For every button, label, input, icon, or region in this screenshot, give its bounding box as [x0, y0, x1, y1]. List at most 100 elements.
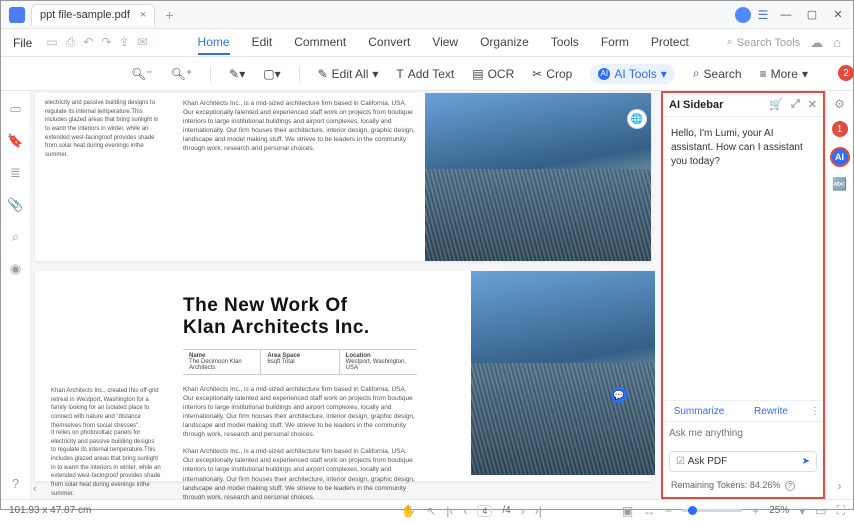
- zoom-in-button[interactable]: 🔍︎⁺: [171, 67, 193, 81]
- ai-input[interactable]: [663, 422, 823, 445]
- settings-sliders-icon[interactable]: ⚙: [834, 97, 845, 111]
- tab-form[interactable]: Form: [601, 31, 629, 55]
- page-image: [425, 93, 651, 261]
- scroll-right-icon[interactable]: ›: [838, 479, 842, 493]
- shape-tool[interactable]: ▢▾: [263, 67, 280, 81]
- tab-comment[interactable]: Comment: [294, 31, 346, 55]
- tab-edit[interactable]: Edit: [252, 31, 273, 55]
- toolbar: 🔍︎⁻ 🔍︎⁺ ✎▾ ▢▾ ✎ Edit All▾ T Add Text ▤ O…: [1, 57, 853, 91]
- tab-home[interactable]: Home: [198, 31, 230, 55]
- fullscreen-icon[interactable]: ⛶: [837, 503, 845, 518]
- app-icon: [9, 7, 25, 23]
- fit-width-icon[interactable]: ↔: [643, 504, 655, 518]
- app-menu-icon[interactable]: ☰: [755, 7, 771, 23]
- layers-icon[interactable]: ≣: [10, 165, 21, 181]
- zoom-out-button[interactable]: 🔍︎⁻: [131, 67, 153, 81]
- ai-tools-button[interactable]: AIAI Tools▾: [590, 64, 675, 84]
- translate-rail-icon[interactable]: 🔤: [832, 177, 847, 191]
- attachments-icon[interactable]: 📎: [7, 197, 23, 213]
- read-mode-icon[interactable]: ▭: [815, 504, 826, 518]
- hand-tool-icon[interactable]: ✋: [401, 504, 416, 518]
- add-text-tool[interactable]: T Add Text: [396, 67, 454, 81]
- zoom-out-icon[interactable]: −: [665, 504, 672, 518]
- mail-icon[interactable]: ✉: [137, 35, 147, 50]
- close-sidebar-icon[interactable]: ✕: [808, 98, 817, 111]
- tab-tools[interactable]: Tools: [551, 31, 579, 55]
- search-icon: ⌕: [727, 36, 733, 49]
- summarize-button[interactable]: Summarize: [663, 406, 735, 417]
- first-page-icon[interactable]: |‹: [446, 504, 453, 518]
- stamps-icon[interactable]: ◉: [10, 261, 21, 277]
- page-text: Khan Architects Inc., is a mid-sized arc…: [175, 445, 425, 499]
- prev-page-icon[interactable]: ‹: [463, 504, 467, 518]
- zoom-slider[interactable]: [682, 509, 742, 512]
- menu-tabs: Home Edit Comment Convert View Organize …: [198, 31, 689, 55]
- titlebar: ppt file-sample.pdf × + ☰ — ▢ ✕: [1, 1, 853, 29]
- close-tab-icon[interactable]: ×: [140, 9, 146, 21]
- cart-icon[interactable]: 🛒: [769, 98, 783, 111]
- tab-organize[interactable]: Organize: [480, 31, 529, 55]
- crop-tool[interactable]: ✂ Crop: [532, 67, 572, 81]
- more-actions-icon[interactable]: ⋮: [807, 406, 823, 417]
- page-3: electricity and passive building designs…: [35, 93, 651, 261]
- search-panel-icon[interactable]: ⌕: [12, 229, 19, 245]
- save-icon[interactable]: ▭: [46, 35, 57, 50]
- print-icon[interactable]: ⎙: [66, 35, 76, 50]
- ai-rail-button[interactable]: AI: [830, 147, 850, 167]
- callout-1: 1: [832, 121, 848, 137]
- page-text: It relies on photovoltaic panels for ele…: [41, 423, 171, 499]
- expand-icon[interactable]: ⤢: [791, 98, 800, 111]
- bookmarks-icon[interactable]: 🔖: [7, 133, 23, 149]
- document-tab[interactable]: ppt file-sample.pdf ×: [31, 4, 155, 26]
- page-text: Khan Architects Inc., is a mid-sized arc…: [175, 93, 425, 261]
- page-text: Khan Architects Inc., is a mid-sized arc…: [175, 383, 425, 446]
- ask-pdf-box[interactable]: ☑ Ask PDF ➤: [669, 451, 817, 472]
- zoom-in-icon[interactable]: +: [752, 504, 759, 518]
- home-icon[interactable]: ⌂: [833, 35, 841, 50]
- zoom-dropdown-icon[interactable]: ▾: [799, 504, 805, 518]
- tokens-help-icon[interactable]: ?: [785, 481, 795, 491]
- edit-all-tool[interactable]: ✎ Edit All▾: [318, 67, 379, 81]
- ai-floating-button[interactable]: 💬: [611, 387, 627, 403]
- redo-icon[interactable]: ↷: [101, 35, 111, 50]
- file-menu[interactable]: File: [5, 36, 40, 50]
- tab-view[interactable]: View: [432, 31, 458, 55]
- tab-title: ppt file-sample.pdf: [40, 9, 130, 21]
- tab-protect[interactable]: Protect: [651, 31, 689, 55]
- share-icon[interactable]: ⇪: [119, 35, 129, 50]
- document-viewport[interactable]: electricity and passive building designs…: [31, 91, 661, 499]
- send-icon[interactable]: ➤: [802, 456, 810, 467]
- select-tool-icon[interactable]: ↖: [426, 504, 436, 518]
- ocr-tool[interactable]: ▤ OCR: [472, 67, 514, 81]
- tab-convert[interactable]: Convert: [368, 31, 410, 55]
- thumbnails-icon[interactable]: ▭: [9, 101, 21, 117]
- scroll-left-icon[interactable]: ‹: [33, 483, 37, 495]
- page-total: /4: [502, 505, 510, 516]
- undo-icon[interactable]: ↶: [83, 35, 93, 50]
- page-number-input[interactable]: 4: [477, 505, 492, 517]
- maximize-button[interactable]: ▢: [801, 5, 823, 25]
- rewrite-button[interactable]: Rewrite: [735, 406, 807, 417]
- right-rail: ⚙ 1 AI 🔤 ›: [825, 91, 853, 499]
- translate-badge[interactable]: 🌐: [627, 109, 647, 129]
- main-area: ▭ 🔖 ≣ 📎 ⌕ ◉ ? electricity and passive bu…: [1, 91, 853, 499]
- page-text: electricity and passive building designs…: [35, 93, 175, 261]
- search-button[interactable]: ⌕ Search: [693, 66, 742, 81]
- ai-sidebar: AI Sidebar 🛒 ⤢ ✕ Hello, I'm Lumi, your A…: [661, 91, 825, 499]
- callout-2: 2: [838, 65, 854, 81]
- new-tab-button[interactable]: +: [159, 7, 179, 23]
- more-button[interactable]: ≡ More▾: [760, 67, 808, 81]
- cloud-icon[interactable]: ☁: [810, 35, 823, 51]
- next-page-icon[interactable]: ›: [521, 504, 525, 518]
- user-avatar[interactable]: [735, 7, 751, 23]
- last-page-icon[interactable]: ›|: [535, 504, 542, 518]
- doc-info-table: NameThe Decimoon Klan Architects Area Sp…: [183, 349, 417, 375]
- search-tools[interactable]: ⌕ Search Tools: [727, 36, 801, 49]
- help-icon[interactable]: ?: [12, 476, 19, 491]
- left-sidebar: ▭ 🔖 ≣ 📎 ⌕ ◉ ?: [1, 91, 31, 499]
- close-window-button[interactable]: ✕: [827, 5, 849, 25]
- highlight-tool[interactable]: ✎▾: [229, 67, 245, 81]
- ai-message: Hello, I'm Lumi, your AI assistant. How …: [663, 117, 823, 400]
- fit-page-icon[interactable]: ▣: [622, 504, 633, 518]
- minimize-button[interactable]: —: [775, 5, 797, 25]
